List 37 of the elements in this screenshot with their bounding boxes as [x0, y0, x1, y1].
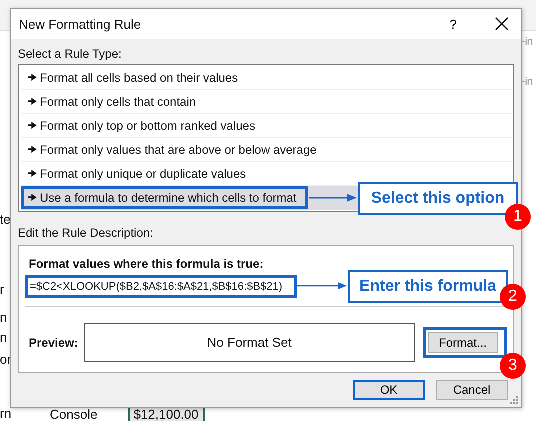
- preview-box: No Format Set: [84, 323, 415, 362]
- preview-label: Preview:: [29, 336, 80, 350]
- cancel-button[interactable]: Cancel: [436, 380, 508, 400]
- cell-text: n: [0, 330, 8, 345]
- table-cell: $12,100.00: [128, 408, 205, 421]
- section-label: Select a Rule Type:: [18, 47, 122, 61]
- cell-text: r: [0, 282, 4, 297]
- ribbon-label: -in: [522, 36, 533, 48]
- callout-tooltip: Enter this formula: [348, 270, 508, 303]
- ok-button[interactable]: OK: [353, 380, 425, 400]
- arrow-icon: [28, 170, 37, 177]
- arrow: [309, 193, 357, 203]
- formula-label: Format values where this formula is true:: [29, 257, 264, 271]
- arrow-icon: [28, 146, 37, 153]
- rule-type-item[interactable]: Format only top or bottom ranked values: [21, 114, 511, 138]
- arrow: [295, 281, 347, 291]
- cell-text: n: [0, 310, 8, 325]
- help-button[interactable]: ?: [448, 16, 459, 32]
- rule-type-item[interactable]: Format only cells that contain: [21, 90, 511, 114]
- cell-text: te: [0, 212, 11, 227]
- step-badge: 1: [505, 204, 531, 230]
- resize-grip-icon[interactable]: [510, 396, 518, 404]
- rule-type-item[interactable]: Format only values that are above or below average: [21, 138, 511, 162]
- cell-text: or: [0, 352, 12, 367]
- rule-type-item[interactable]: Format all cells based on their values: [21, 66, 511, 90]
- close-icon[interactable]: [495, 17, 509, 31]
- format-button[interactable]: Format...: [428, 332, 498, 353]
- ribbon-label: -in: [522, 76, 533, 88]
- arrow-icon: [28, 74, 37, 81]
- arrow-icon: [28, 194, 37, 201]
- section-label: Edit the Rule Description:: [18, 226, 154, 240]
- formula-field[interactable]: =$C2<XLOOKUP($B2,$A$16:$A$21,$B$16:$B$21): [25, 275, 297, 298]
- window-title: New Formatting Rule: [19, 16, 142, 32]
- arrow-icon: [28, 98, 37, 105]
- table-cell-text: Console: [49, 408, 99, 421]
- arrow-icon: [28, 122, 37, 129]
- cell-text: rn: [0, 406, 12, 421]
